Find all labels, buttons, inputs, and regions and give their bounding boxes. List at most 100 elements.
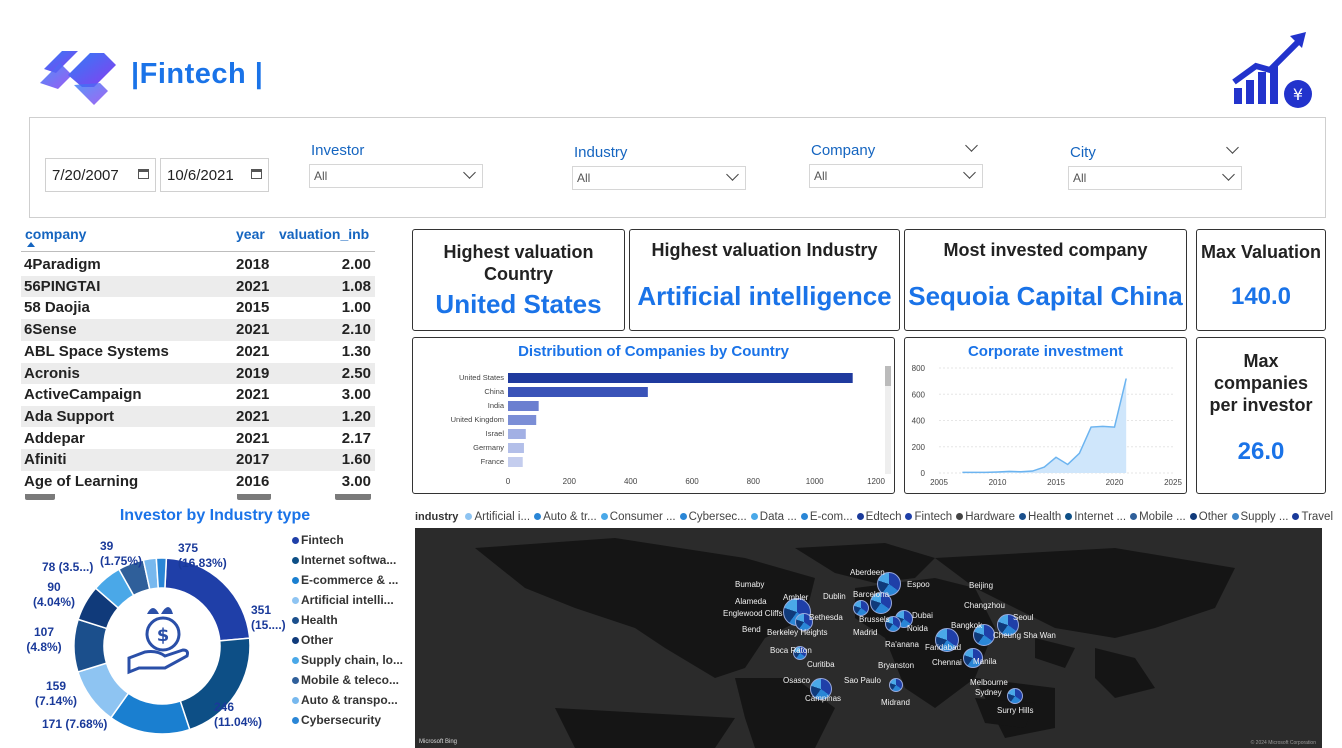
legend-dot-icon	[292, 637, 299, 644]
map-city-label: Ra'anana	[885, 640, 919, 649]
donut-legend-item[interactable]: Cybersecurity	[292, 713, 381, 727]
bar-category-label: United States	[459, 373, 504, 382]
map-city-label: Berkeley Heights	[767, 628, 828, 637]
map-city-label: Osasco	[783, 676, 811, 685]
cell-valuation: 1.60	[341, 451, 371, 469]
cell-year: 2021	[236, 386, 270, 404]
bar[interactable]	[508, 415, 537, 425]
industry-filter-label: Industry	[574, 144, 628, 161]
legend-dot-icon	[800, 513, 808, 520]
calendar-icon[interactable]	[251, 169, 262, 179]
country-bar-chart[interactable]: United States China India United Kingdom Isr…	[413, 362, 893, 490]
cell-valuation: 1.20	[341, 407, 371, 425]
donut-legend-item[interactable]: Other	[292, 633, 333, 647]
cell-year: 2021	[236, 342, 270, 360]
table-row[interactable]: Acronis 2019 2.50	[21, 362, 375, 385]
map-legend-item[interactable]: Consumer ...	[600, 511, 676, 523]
map-city-label: Changzhou	[964, 601, 1005, 610]
city-select[interactable]: All	[1068, 166, 1242, 190]
table-row[interactable]: 58 Daojia 2015 1.00	[21, 297, 375, 319]
bar[interactable]	[508, 401, 539, 411]
table-row[interactable]: Afiniti 2017 1.60	[21, 449, 375, 471]
donut-data-label: 107 (4.8%)	[26, 625, 62, 654]
table-row-partial	[21, 494, 375, 504]
bar[interactable]	[508, 373, 853, 383]
chart-title: Distribution of Companies by Country	[518, 343, 789, 360]
world-map-landmass	[475, 538, 1235, 748]
chevron-down-icon	[963, 166, 976, 179]
map-legend-item[interactable]: Hardware	[956, 511, 1015, 523]
world-map[interactable]: Aberdeen Espoo Beijing Bumaby Ambler Dublin Ba…	[415, 528, 1322, 748]
kpi-card-company: Most invested company Sequoia Capital Ch…	[904, 229, 1187, 331]
legend-dot-icon	[292, 537, 299, 544]
table-row[interactable]: 56PINGTAI 2021 1.08	[21, 275, 375, 298]
donut-legend-item[interactable]: Mobile & teleco...	[292, 673, 399, 687]
legend-label: Edtech	[865, 511, 902, 523]
map-legend-item[interactable]: Mobile ...	[1130, 511, 1186, 523]
industry-select-value: All	[577, 171, 591, 185]
table-row[interactable]: Addepar 2021 2.17	[21, 428, 375, 450]
map-pie-marker[interactable]	[853, 600, 869, 616]
column-header-company[interactable]: company	[25, 226, 86, 242]
map-pie-marker[interactable]	[1007, 688, 1023, 704]
column-header-valuation[interactable]: valuation_inb	[279, 226, 369, 242]
table-row[interactable]: Ada Support 2021 1.20	[21, 405, 375, 428]
kpi-card-country: Highest valuation Country United States	[412, 229, 625, 331]
donut-legend-item[interactable]: Supply chain, lo...	[292, 653, 403, 667]
corporate-investment-chart[interactable]: 0 200 400 600 800 2005 2010 2015 2020 2025	[905, 362, 1186, 492]
map-legend-item[interactable]: Other	[1189, 511, 1228, 523]
calendar-icon[interactable]	[138, 169, 149, 179]
map-pie-marker[interactable]	[889, 678, 903, 692]
legend-dot-icon	[1065, 513, 1073, 520]
donut-legend-item[interactable]: Fintech	[292, 533, 344, 547]
map-city-label: Aberdeen	[850, 568, 885, 577]
investor-select[interactable]: All	[309, 164, 483, 188]
scrollbar[interactable]	[885, 366, 891, 474]
table-row[interactable]: 6Sense 2021 2.10	[21, 319, 375, 341]
table-row[interactable]: 4Paradigm 2018 2.00	[21, 254, 375, 276]
map-legend-item[interactable]: Cybersec...	[679, 511, 747, 523]
map-legend-items: Artificial i... Auto & tr... Consumer ... C…	[465, 511, 1337, 523]
table-header-divider	[21, 251, 375, 252]
bar[interactable]	[508, 387, 648, 397]
map-legend-item[interactable]: Data ...	[750, 511, 797, 523]
legend-label: Cybersec...	[688, 511, 747, 523]
map-legend-item[interactable]: Auto & tr...	[534, 511, 597, 523]
table-row[interactable]: Age of Learning 2016 3.00	[21, 471, 375, 493]
donut-legend-item[interactable]: Artificial intelli...	[292, 593, 394, 607]
cell-company: 4Paradigm	[24, 256, 101, 273]
donut-legend-item[interactable]: E-commerce & ...	[292, 573, 398, 587]
start-date-input[interactable]: 7/20/2007	[45, 158, 156, 192]
map-city-label: Barcelona	[853, 590, 890, 599]
end-date-input[interactable]: 10/6/2021	[160, 158, 269, 192]
sort-ascending-icon[interactable]	[27, 242, 35, 247]
map-legend-item[interactable]: Edtech	[856, 511, 902, 523]
industry-select[interactable]: All	[572, 166, 746, 190]
table-row[interactable]: ABL Space Systems 2021 1.30	[21, 341, 375, 363]
donut-legend-item[interactable]: Auto & transpo...	[292, 693, 398, 707]
map-legend-item[interactable]: Travel	[1292, 511, 1333, 523]
donut-legend-item[interactable]: Health	[292, 613, 338, 627]
legend-dot-icon	[856, 513, 864, 520]
legend-dot-icon	[292, 657, 299, 664]
bar[interactable]	[508, 443, 524, 453]
donut-legend-item[interactable]: Internet softwa...	[292, 553, 396, 567]
map-legend-item[interactable]: Fintech	[905, 511, 952, 523]
legend-label: E-commerce & ...	[301, 573, 399, 587]
bar[interactable]	[508, 429, 526, 439]
cell-valuation: 1.08	[341, 277, 371, 295]
legend-dot-icon	[956, 513, 964, 520]
map-legend-item[interactable]: Health	[1019, 511, 1061, 523]
map-legend-item[interactable]: Supply ...	[1231, 511, 1288, 523]
cell-year: 2018	[236, 256, 270, 273]
legend-label: Cybersecurity	[301, 713, 382, 727]
y-tick-label: 0	[921, 469, 926, 478]
table-row[interactable]: ActiveCampaign 2021 3.00	[21, 384, 375, 406]
column-header-year[interactable]: year	[236, 226, 265, 242]
map-legend-item[interactable]: E-com...	[800, 511, 853, 523]
map-legend-item[interactable]: Artificial i...	[465, 511, 530, 523]
map-city-label: Alameda	[735, 597, 767, 606]
company-select[interactable]: All	[809, 164, 983, 188]
map-legend-item[interactable]: Internet ...	[1065, 511, 1126, 523]
bar[interactable]	[508, 457, 523, 467]
